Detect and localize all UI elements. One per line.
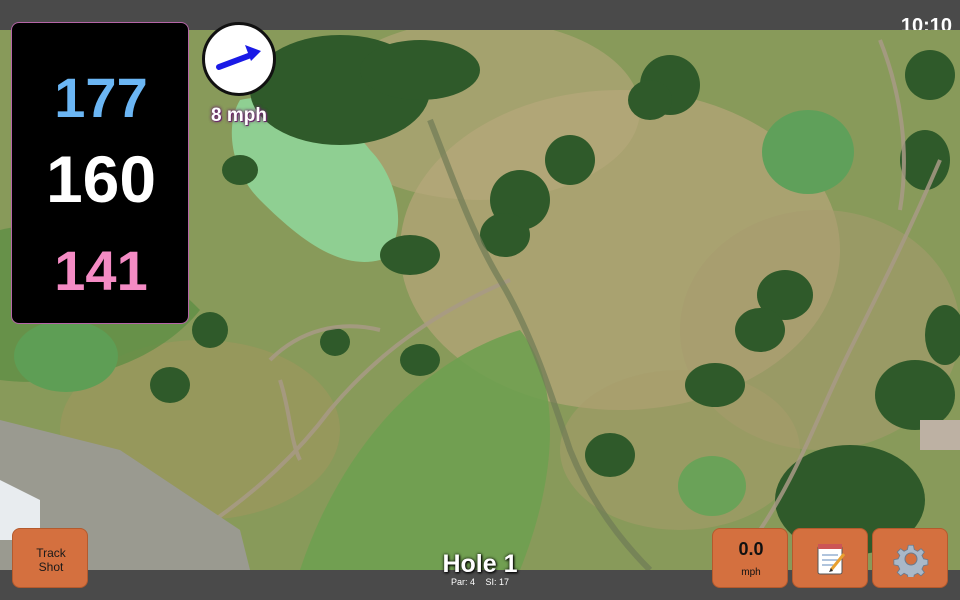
hole-meta: Par: 4 SI: 17 <box>380 577 580 587</box>
front-distance: 141 <box>54 239 148 302</box>
track-shot-label-line2: Shot <box>38 560 64 574</box>
wind-direction-dial <box>202 22 276 96</box>
speed-unit: mph <box>741 567 761 578</box>
track-shot-label: Track Shot <box>13 546 89 574</box>
hole-title: Hole 1 <box>442 550 518 578</box>
settings-button[interactable] <box>872 528 948 588</box>
wind-arrow-icon <box>216 45 261 70</box>
back-distance: 177 <box>54 66 148 129</box>
notes-button[interactable] <box>792 528 868 588</box>
hole-stroke-index: SI: 17 <box>485 577 510 587</box>
speed-button[interactable]: 0.0 mph <box>712 528 788 588</box>
speed-value: 0.0 <box>738 539 764 559</box>
track-shot-button[interactable]: Track Shot <box>12 528 88 588</box>
center-distance: 160 <box>45 142 157 216</box>
gear-icon <box>893 544 929 577</box>
distance-panel: 177 160 141 <box>11 22 189 324</box>
notepad-icon <box>817 544 846 575</box>
track-shot-label-line1: Track <box>36 546 66 560</box>
wind-speed-label: 8 mph <box>211 105 267 126</box>
hole-par: Par: 4 <box>450 577 475 587</box>
